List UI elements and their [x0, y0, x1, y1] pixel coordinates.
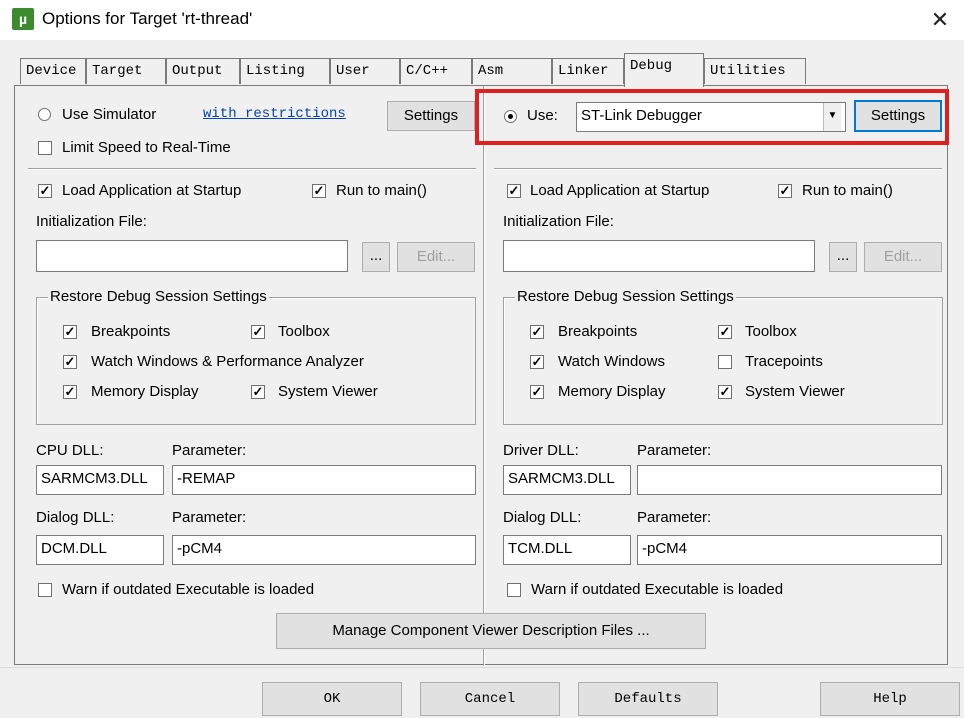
cpu-dll-label: CPU DLL:: [36, 442, 104, 459]
right-dialog-dll-label: Dialog DLL:: [503, 509, 582, 526]
limit-speed-checkbox[interactable]: [38, 141, 52, 155]
right-watch-checkbox[interactable]: ✓: [530, 355, 544, 369]
right-sysviewer-checkbox[interactable]: ✓: [718, 385, 732, 399]
driver-param-input[interactable]: [637, 465, 942, 495]
tab-asm[interactable]: Asm: [472, 58, 552, 84]
left-breakpoints-checkbox[interactable]: ✓: [63, 325, 77, 339]
manage-component-viewer-button[interactable]: Manage Component Viewer Description File…: [276, 613, 706, 649]
use-simulator-label: Use Simulator: [62, 106, 157, 123]
right-sysviewer-label: System Viewer: [745, 383, 845, 400]
right-toolbox-checkbox[interactable]: ✓: [718, 325, 732, 339]
close-icon[interactable]: ✕: [925, 6, 955, 34]
window-title: Options for Target 'rt-thread': [42, 9, 253, 28]
right-separator: [494, 168, 942, 170]
left-toolbox-checkbox[interactable]: ✓: [251, 325, 265, 339]
tab-user[interactable]: User: [330, 58, 400, 84]
tab-cpp[interactable]: C/C++: [400, 58, 472, 84]
left-watch-label: Watch Windows & Performance Analyzer: [91, 353, 364, 370]
left-memory-label: Memory Display: [91, 383, 199, 400]
left-memory-checkbox[interactable]: ✓: [63, 385, 77, 399]
right-tracepoints-checkbox[interactable]: [718, 355, 732, 369]
tab-target[interactable]: Target: [86, 58, 166, 84]
debugger-highlight-box: [475, 89, 949, 145]
driver-param-label: Parameter:: [637, 442, 712, 459]
left-sysviewer-checkbox[interactable]: ✓: [251, 385, 265, 399]
left-run-to-main-label: Run to main(): [336, 182, 427, 199]
limit-speed-label: Limit Speed to Real-Time: [62, 139, 231, 156]
tab-output[interactable]: Output: [166, 58, 240, 84]
left-init-file-input[interactable]: [36, 240, 348, 272]
left-dialog-param-input[interactable]: -pCM4: [172, 535, 476, 565]
left-dialog-dll-input[interactable]: DCM.DLL: [36, 535, 164, 565]
cpu-dll-input[interactable]: SARMCM3.DLL: [36, 465, 164, 495]
tab-debug[interactable]: Debug: [624, 53, 704, 87]
use-simulator-radio[interactable]: [38, 108, 51, 121]
cancel-button[interactable]: Cancel: [420, 682, 560, 716]
right-tracepoints-label: Tracepoints: [745, 353, 823, 370]
driver-dll-label: Driver DLL:: [503, 442, 579, 459]
right-restore-group-title: Restore Debug Session Settings: [515, 288, 736, 306]
column-divider: [483, 86, 485, 666]
left-restore-group-title: Restore Debug Session Settings: [48, 288, 269, 306]
right-memory-checkbox[interactable]: ✓: [530, 385, 544, 399]
right-memory-label: Memory Display: [558, 383, 666, 400]
right-warn-label: Warn if outdated Executable is loaded: [531, 581, 784, 598]
right-dialog-param-input[interactable]: -pCM4: [637, 535, 942, 565]
tab-device[interactable]: Device: [20, 58, 86, 84]
help-button[interactable]: Help: [820, 682, 960, 716]
tab-listing[interactable]: Listing: [240, 58, 330, 84]
driver-dll-input[interactable]: SARMCM3.DLL: [503, 465, 631, 495]
right-run-to-main-checkbox[interactable]: ✓: [778, 184, 792, 198]
left-watch-checkbox[interactable]: ✓: [63, 355, 77, 369]
ok-button[interactable]: OK: [262, 682, 402, 716]
left-warn-label: Warn if outdated Executable is loaded: [62, 581, 315, 598]
cpu-param-label: Parameter:: [172, 442, 247, 459]
right-run-to-main-label: Run to main(): [802, 182, 893, 199]
left-breakpoints-label: Breakpoints: [91, 323, 171, 340]
right-toolbox-label: Toolbox: [745, 323, 797, 340]
tab-linker[interactable]: Linker: [552, 58, 624, 84]
right-breakpoints-checkbox[interactable]: ✓: [530, 325, 544, 339]
right-dialog-param-label: Parameter:: [637, 509, 712, 526]
left-sysviewer-label: System Viewer: [278, 383, 378, 400]
right-load-app-checkbox[interactable]: ✓: [507, 184, 521, 198]
right-init-file-input[interactable]: [503, 240, 815, 272]
right-edit-button[interactable]: Edit...: [864, 242, 942, 272]
with-restrictions-link[interactable]: with restrictions: [203, 106, 346, 122]
left-load-app-checkbox[interactable]: ✓: [38, 184, 52, 198]
simulator-settings-button[interactable]: Settings: [387, 101, 475, 131]
left-dialog-param-label: Parameter:: [172, 509, 247, 526]
right-dialog-dll-input[interactable]: TCM.DLL: [503, 535, 631, 565]
left-toolbox-label: Toolbox: [278, 323, 330, 340]
right-init-file-label: Initialization File:: [503, 213, 614, 230]
left-run-to-main-checkbox[interactable]: ✓: [312, 184, 326, 198]
defaults-button[interactable]: Defaults: [578, 682, 718, 716]
right-breakpoints-label: Breakpoints: [558, 323, 638, 340]
right-load-app-label: Load Application at Startup: [530, 182, 710, 199]
left-warn-checkbox[interactable]: [38, 583, 52, 597]
right-warn-checkbox[interactable]: [507, 583, 521, 597]
left-init-file-label: Initialization File:: [36, 213, 147, 230]
right-watch-label: Watch Windows: [558, 353, 665, 370]
right-browse-button[interactable]: ...: [829, 242, 857, 272]
keil-app-icon: µ: [12, 8, 34, 30]
left-separator: [28, 168, 476, 170]
left-load-app-label: Load Application at Startup: [62, 182, 242, 199]
left-dialog-dll-label: Dialog DLL:: [36, 509, 115, 526]
left-edit-button[interactable]: Edit...: [397, 242, 475, 272]
tab-utilities[interactable]: Utilities: [704, 58, 806, 84]
left-browse-button[interactable]: ...: [362, 242, 390, 272]
cpu-param-input[interactable]: -REMAP: [172, 465, 476, 495]
